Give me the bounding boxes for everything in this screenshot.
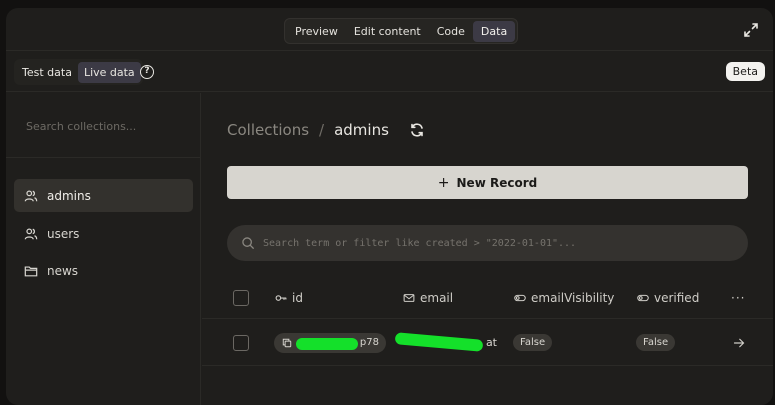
breadcrumb: Collections / admins <box>227 121 425 139</box>
tab-data[interactable]: Data <box>472 20 516 42</box>
column-id-label: id <box>292 290 303 305</box>
select-all-cell <box>233 277 249 318</box>
column-options-button[interactable]: ··· <box>731 291 745 305</box>
collection-main: Collections / admins + New Record Search… <box>202 93 773 405</box>
collections-sidebar: Search collections... admins users news <box>6 93 201 405</box>
tab-edit-content[interactable]: Edit content <box>346 21 429 42</box>
record-id-text: p78 <box>359 337 379 348</box>
column-email-visibility-label: emailVisibility <box>531 290 615 305</box>
data-mode-bar: Test data Live data ? Beta <box>6 52 773 92</box>
sidebar-item-label: admins <box>47 188 91 203</box>
tab-code[interactable]: Code <box>429 21 473 42</box>
plus-icon: + <box>437 174 450 191</box>
breadcrumb-separator: / <box>319 121 325 139</box>
breadcrumb-current: admins <box>334 121 389 139</box>
email-visibility-badge: False <box>513 334 553 351</box>
mail-icon <box>403 293 415 302</box>
beta-badge: Beta <box>725 62 765 81</box>
row-select-cell <box>233 320 249 365</box>
users-icon <box>24 227 38 239</box>
app-window: Preview Edit content Code Data Test data… <box>6 8 773 405</box>
row-open-cell <box>733 320 745 365</box>
verified-badge: False <box>636 334 676 351</box>
view-tabs: Preview Edit content Code Data <box>284 18 519 44</box>
email-redaction-mark <box>394 332 484 352</box>
records-search-input[interactable]: Search term or filter like created > "20… <box>227 225 748 261</box>
row-email-cell: at <box>394 320 497 365</box>
id-redaction-mark <box>296 337 358 350</box>
column-options-cell: ··· <box>731 277 745 318</box>
sidebar-item-admins[interactable]: admins <box>14 179 193 212</box>
copy-icon <box>282 338 292 347</box>
top-bar: Preview Edit content Code Data <box>6 8 773 51</box>
new-record-button[interactable]: + New Record <box>227 166 748 199</box>
question-circle-icon[interactable]: ? <box>140 65 154 79</box>
row-email-visibility-cell: False <box>513 320 553 365</box>
refresh-icon[interactable] <box>409 122 425 138</box>
column-verified-label: verified <box>654 290 700 305</box>
tab-preview[interactable]: Preview <box>287 21 346 42</box>
column-id[interactable]: id <box>275 277 303 318</box>
folder-icon <box>24 265 38 276</box>
sidebar-item-label: users <box>47 226 80 241</box>
column-email-visibility[interactable]: emailVisibility <box>514 277 614 318</box>
sidebar-item-users[interactable]: users <box>14 217 193 250</box>
row-verified-cell: False <box>636 320 676 365</box>
search-placeholder: Search term or filter like created > "20… <box>263 237 577 249</box>
row-id-cell: p78 <box>274 320 386 365</box>
sidebar-item-news[interactable]: news <box>14 254 193 287</box>
data-mode-toggle: Test data Live data <box>14 59 143 85</box>
select-all-checkbox[interactable] <box>233 289 249 306</box>
toggle-icon <box>637 294 649 301</box>
new-record-label: New Record <box>456 175 538 190</box>
search-icon <box>242 237 254 249</box>
live-data-option[interactable]: Live data <box>77 61 141 83</box>
column-verified[interactable]: verified <box>637 277 699 318</box>
arrow-right-icon[interactable] <box>733 337 745 349</box>
key-icon <box>275 294 287 301</box>
test-data-option[interactable]: Test data <box>16 62 78 83</box>
record-email-text: at <box>485 336 497 349</box>
copy-id-pill[interactable]: p78 <box>274 332 386 353</box>
collections-search-input[interactable]: Search collections... <box>26 120 136 133</box>
expand-icon[interactable] <box>743 22 759 38</box>
toggle-icon <box>514 294 526 301</box>
column-email-label: email <box>420 290 454 305</box>
sidebar-item-label: news <box>47 263 79 278</box>
sidebar-divider <box>6 157 200 158</box>
table-header: id email emailVisibility verified ··· <box>202 277 773 319</box>
row-checkbox[interactable] <box>233 334 249 351</box>
table-row[interactable]: p78 at False False <box>202 320 773 366</box>
breadcrumb-collections[interactable]: Collections <box>227 121 309 139</box>
column-email[interactable]: email <box>403 277 453 318</box>
users-icon <box>24 189 38 201</box>
